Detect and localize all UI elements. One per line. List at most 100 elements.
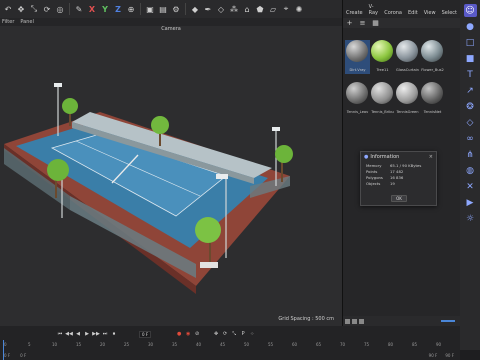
hierarchy-icon[interactable]: ⋔: [464, 148, 477, 161]
rotation-key-icon[interactable]: ⟳: [221, 330, 229, 338]
material-label: GlassCurtain: [396, 68, 419, 72]
toolbar-divider: [185, 3, 186, 15]
current-frame-field[interactable]: 0 F: [139, 330, 152, 338]
ok-button[interactable]: OK: [391, 195, 407, 202]
sphere-icon[interactable]: ●: [464, 20, 477, 33]
tag-icon[interactable]: ◇: [464, 116, 477, 129]
tennis-court-scene: [4, 83, 293, 294]
add-icon[interactable]: +: [345, 19, 354, 27]
render-view-icon[interactable]: ▣: [144, 3, 156, 15]
viewport-3d[interactable]: Camera Grid Spacing: 500 cm: [0, 26, 342, 326]
view-mode-icon[interactable]: [359, 318, 364, 324]
tick-label: 65: [316, 342, 322, 347]
coordinate-system-icon[interactable]: ⊕: [125, 3, 137, 15]
floor-icon[interactable]: ▱: [267, 3, 279, 15]
next-key-icon[interactable]: ⏭: [101, 330, 109, 338]
material-statusbar: [343, 316, 461, 326]
material-swatch[interactable]: TennisNet: [420, 82, 445, 116]
rotate-tool-icon[interactable]: ⟳: [41, 3, 53, 15]
scale-tool-icon[interactable]: ⤡: [28, 3, 40, 15]
auto-key-icon[interactable]: ◉: [184, 330, 192, 338]
view-mode-icon[interactable]: [345, 318, 350, 324]
material-swatch[interactable]: GlassCurtain: [395, 40, 420, 74]
light-head: [54, 83, 62, 87]
menu-create[interactable]: Create: [346, 10, 363, 16]
range-preview-end[interactable]: 90 F: [429, 353, 438, 358]
link-icon[interactable]: ∞: [464, 132, 477, 145]
info-key: Polygons: [366, 174, 383, 180]
live-select-icon[interactable]: ◎: [54, 3, 66, 15]
keyframe-selection-icon[interactable]: ⊘: [193, 330, 201, 338]
material-grid: Dirt.Vray Tree11 GlassCurtain Flower_Bus…: [345, 40, 445, 116]
undo-icon[interactable]: ↶: [2, 3, 14, 15]
material-swatch[interactable]: Flower_Bus2: [420, 40, 445, 74]
grid-icon[interactable]: ▦: [371, 19, 380, 27]
fx-icon[interactable]: ✕: [464, 180, 477, 193]
range-start[interactable]: 0 F: [4, 353, 10, 358]
point-level-icon[interactable]: ⁘: [248, 330, 256, 338]
camera-label[interactable]: Camera: [0, 26, 342, 34]
timeline-ruler[interactable]: 0 5 10 15 20 25 30 35 40 45 50 55 60 65 …: [0, 342, 460, 350]
go-to-start-icon[interactable]: ⏮: [56, 330, 64, 338]
material-swatch[interactable]: Tennis_Leav: [345, 82, 370, 116]
menu-filter[interactable]: Filter: [2, 19, 14, 25]
play-icon[interactable]: ▶: [83, 330, 91, 338]
parameter-key-icon[interactable]: P: [239, 330, 247, 338]
go-to-end-icon[interactable]: ⏹: [110, 330, 118, 338]
material-label: Tree11: [376, 68, 389, 72]
material-swatch[interactable]: TennisGreen: [395, 82, 420, 116]
pen-icon[interactable]: ✒: [202, 3, 214, 15]
material-ball: [346, 40, 368, 62]
globe-icon[interactable]: ◍: [464, 164, 477, 177]
position-key-icon[interactable]: ✥: [212, 330, 220, 338]
move-tool-icon[interactable]: ✥: [15, 3, 27, 15]
subdivision-icon[interactable]: ◇: [215, 3, 227, 15]
close-icon[interactable]: ×: [429, 154, 433, 160]
view-mode-icon[interactable]: [352, 318, 357, 324]
axis-y-button[interactable]: Y: [99, 3, 111, 15]
menu-vray[interactable]: V-Ray: [369, 4, 379, 16]
info-value: 16 836: [390, 174, 404, 180]
tick-label: 90: [436, 342, 442, 347]
previous-key-icon[interactable]: ◀◀: [65, 330, 73, 338]
camera-icon[interactable]: ⌖: [280, 3, 292, 15]
axis-z-button[interactable]: Z: [112, 3, 124, 15]
field-icon[interactable]: ⬟: [254, 3, 266, 15]
deformer-icon[interactable]: ⌂: [241, 3, 253, 15]
brush-icon[interactable]: ✎: [73, 3, 85, 15]
range-preview-start[interactable]: 0 F: [20, 353, 26, 358]
record-icon[interactable]: ●: [175, 330, 183, 338]
text-icon[interactable]: T: [464, 68, 477, 81]
tick-label: 70: [340, 342, 346, 347]
cube-icon[interactable]: ■: [464, 52, 477, 65]
plane-icon[interactable]: □: [464, 36, 477, 49]
cloner-icon[interactable]: ❂: [464, 100, 477, 113]
material-swatch[interactable]: Tree11: [370, 40, 395, 74]
spline-icon[interactable]: ↗: [464, 84, 477, 97]
light-bulb-icon[interactable]: ☼: [464, 212, 477, 225]
material-swatch[interactable]: Tennis_Bribu: [370, 82, 395, 116]
video-camera-icon[interactable]: ▶: [464, 196, 477, 209]
menu-corona[interactable]: Corona: [384, 10, 402, 16]
material-swatch[interactable]: Dirt.Vray: [345, 40, 370, 74]
light-icon[interactable]: ✺: [293, 3, 305, 15]
menu-edit[interactable]: Edit: [408, 10, 418, 16]
menu-select[interactable]: Select: [442, 10, 457, 16]
render-settings-icon[interactable]: ⚙: [170, 3, 182, 15]
objects-icon[interactable]: ☺: [463, 4, 477, 17]
menu-view[interactable]: View: [424, 10, 436, 16]
cube-icon[interactable]: ◆: [189, 3, 201, 15]
render-region-icon[interactable]: ▤: [157, 3, 169, 15]
range-end[interactable]: 90 F: [445, 353, 454, 358]
material-ball: [396, 40, 418, 62]
previous-frame-icon[interactable]: ◀: [74, 330, 82, 338]
scale-key-icon[interactable]: ⤡: [230, 330, 238, 338]
list-icon[interactable]: ≡: [358, 19, 367, 27]
next-frame-icon[interactable]: ▶▶: [92, 330, 100, 338]
menu-panel[interactable]: Panel: [20, 19, 34, 25]
info-value: 19: [390, 180, 395, 186]
array-icon[interactable]: ⁂: [228, 3, 240, 15]
tree-crown: [62, 98, 78, 114]
zoom-slider[interactable]: [441, 320, 455, 322]
axis-x-button[interactable]: X: [86, 3, 98, 15]
